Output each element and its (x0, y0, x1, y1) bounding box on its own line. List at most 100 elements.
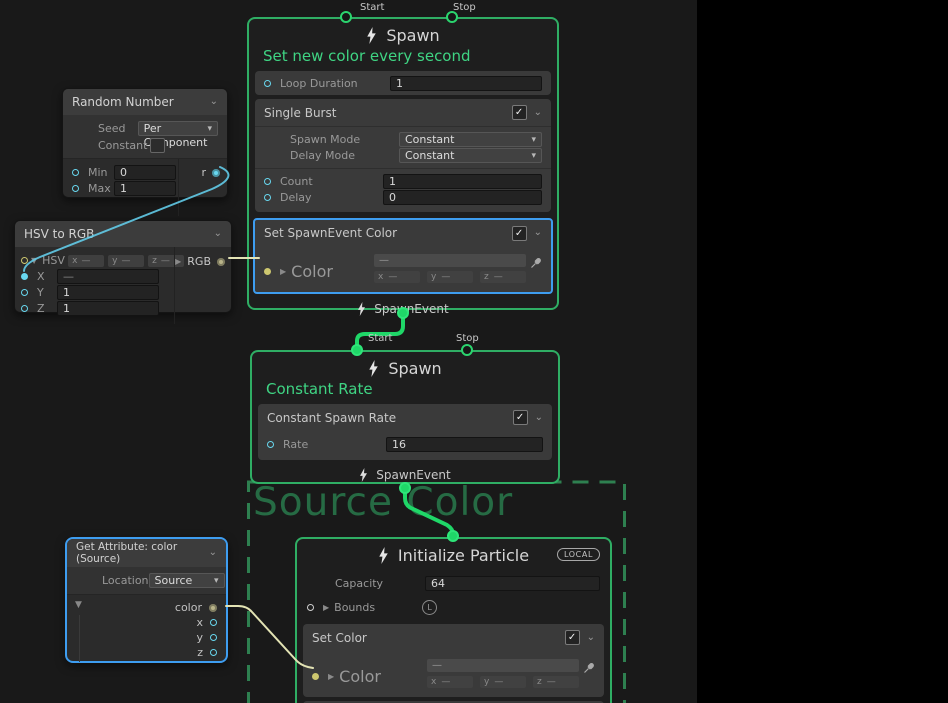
spawn-mode-dropdown[interactable]: Constant ▾ (399, 132, 542, 147)
spawn1-start-port[interactable] (340, 11, 352, 23)
x-output-port[interactable] (210, 619, 217, 626)
count-field[interactable]: 1 (383, 174, 542, 189)
color-port[interactable] (312, 673, 319, 680)
color-value-field[interactable]: — (427, 659, 579, 672)
color-label: Color (339, 667, 381, 686)
block-chevron-icon[interactable]: ⌄ (587, 633, 595, 643)
expand-triangle-icon[interactable]: ▶ (328, 672, 334, 681)
block-chevron-icon[interactable]: ⌄ (534, 108, 542, 118)
expand-triangle-icon[interactable]: ▼ (31, 256, 37, 265)
node-spawn-1[interactable]: Spawn Set new color every second Loop Du… (247, 17, 559, 310)
block-constant-spawn-rate[interactable]: Constant Spawn Rate ✓ ⌄ Rate 16 (258, 404, 552, 460)
max-label: Max (88, 182, 114, 195)
z-output-port[interactable] (210, 649, 217, 656)
node-title: HSV to RGB (24, 227, 94, 241)
node-initialize-particle[interactable]: Initialize Particle LOCAL Capacity 64 ▶ … (295, 537, 612, 703)
color-row: ▶ Color — x— y— z— (255, 246, 551, 292)
rate-port[interactable] (267, 441, 274, 448)
loop-duration-label: Loop Duration (280, 77, 390, 90)
group-title[interactable]: Source Color (253, 480, 513, 525)
collapse-chevron-icon[interactable]: ⌄ (214, 229, 222, 239)
node-get-attribute-color[interactable]: Get Attribute: color (Source) ⌄ Location… (65, 537, 228, 663)
block-chevron-icon[interactable]: ⌄ (535, 413, 543, 423)
color-port[interactable] (264, 268, 271, 275)
block-enabled-checkbox[interactable]: ✓ (565, 630, 580, 645)
vfx-graph-canvas[interactable]: Source Color Random Number ⌄ Seed Per Co… (0, 0, 948, 703)
count-port[interactable] (264, 178, 271, 185)
spawn2-stop-port[interactable] (461, 344, 473, 356)
z-port[interactable] (21, 305, 28, 312)
z-output-label: z (197, 646, 203, 659)
seed-dropdown[interactable]: Per Component ▾ (138, 121, 218, 136)
delay-mode-dropdown[interactable]: Constant ▾ (399, 148, 542, 163)
eyedropper-icon[interactable] (530, 254, 542, 273)
collapse-chevron-icon[interactable]: ⌄ (210, 97, 218, 107)
rgb-output-port[interactable] (217, 258, 225, 266)
block-title: Constant Spawn Rate (267, 411, 396, 425)
hsv-header[interactable]: HSV to RGB ⌄ (15, 221, 231, 247)
initialize-input-port[interactable] (447, 530, 459, 542)
max-row: Max 1 (72, 181, 218, 196)
expand-triangle-icon[interactable]: ▼ (75, 600, 82, 610)
bounds-mode-icon[interactable]: L (422, 600, 437, 615)
r-output-port[interactable] (212, 169, 220, 177)
node-spawn-2[interactable]: Spawn Constant Rate Constant Spawn Rate … (250, 350, 560, 484)
local-badge[interactable]: LOCAL (557, 548, 600, 561)
block-loop-duration[interactable]: Loop Duration 1 (255, 71, 551, 95)
max-field[interactable]: 1 (114, 181, 176, 196)
rate-field[interactable]: 16 (386, 437, 543, 452)
loop-duration-field[interactable]: 1 (390, 76, 542, 91)
spawn2-start-port[interactable] (351, 344, 363, 356)
block-set-color[interactable]: Set Color ✓ ⌄ ▶ Color — x— (303, 624, 604, 697)
expand-triangle-icon[interactable]: ▶ (323, 603, 329, 612)
node-hsv-to-rgb[interactable]: HSV to RGB ⌄ ▼ HSV x— y— z— X — Y 1 (14, 220, 232, 313)
block-single-burst[interactable]: Single Burst ✓ ⌄ Spawn Mode Constant ▾ D… (255, 99, 551, 212)
y-field[interactable]: 1 (57, 285, 159, 300)
block-enabled-checkbox[interactable]: ✓ (512, 105, 527, 120)
block-chevron-icon[interactable]: ⌄ (534, 228, 542, 238)
hsv-z-row: Z 1 (21, 301, 225, 316)
get-attribute-header[interactable]: Get Attribute: color (Source) ⌄ (67, 539, 226, 567)
spawn1-stop-port[interactable] (446, 11, 458, 23)
min-field[interactable]: 0 (114, 165, 176, 180)
y-output-port[interactable] (210, 634, 217, 641)
delay-port[interactable] (264, 194, 271, 201)
spawn2-output-port[interactable] (399, 482, 411, 494)
location-row: Location Source ▾ (76, 572, 217, 589)
expand-triangle-icon[interactable]: ▶ (280, 267, 286, 276)
y-port[interactable] (21, 289, 28, 296)
constant-checkbox[interactable] (150, 138, 165, 153)
spawn2-title-row: Spawn (252, 357, 558, 379)
delay-mode-row: Delay Mode Constant ▾ (264, 148, 542, 163)
dropdown-arrow-icon: ▾ (207, 122, 212, 135)
loop-duration-port[interactable] (264, 80, 271, 87)
x-field[interactable]: — (57, 269, 159, 284)
block-set-spawnevent-color[interactable]: Set SpawnEvent Color ✓ ⌄ ▶ Color — (253, 218, 553, 294)
block-enabled-checkbox[interactable]: ✓ (513, 410, 528, 425)
capacity-label: Capacity (335, 577, 425, 590)
count-row: Count 1 (264, 174, 542, 189)
random-number-header[interactable]: Random Number ⌄ (63, 89, 227, 115)
min-port[interactable] (72, 169, 79, 176)
color-output-port[interactable] (209, 604, 217, 612)
context-subtitle[interactable]: Constant Rate (252, 379, 558, 400)
x-port[interactable] (21, 273, 28, 280)
max-port[interactable] (72, 185, 79, 192)
collapse-chevron-icon[interactable]: ⌄ (209, 548, 217, 558)
color-output-row: color (67, 600, 217, 615)
block-enabled-checkbox[interactable]: ✓ (512, 226, 527, 241)
location-dropdown[interactable]: Source ▾ (149, 573, 225, 588)
color-value-field[interactable]: — (374, 254, 526, 267)
hsv-port[interactable] (21, 257, 28, 264)
eyedropper-icon[interactable] (583, 659, 595, 678)
capacity-field[interactable]: 64 (425, 576, 600, 591)
spawn1-output-port[interactable] (397, 307, 409, 319)
get-attribute-settings: Location Source ▾ (67, 567, 226, 595)
z-field[interactable]: 1 (57, 301, 159, 316)
context-subtitle[interactable]: Set new color every second (249, 46, 557, 67)
node-random-number[interactable]: Random Number ⌄ Seed Per Component ▾ Con… (62, 88, 228, 198)
collapse-triangle-icon[interactable]: ▶ (175, 257, 181, 266)
color-output-label: color (175, 601, 202, 614)
delay-field[interactable]: 0 (383, 190, 542, 205)
bounds-port[interactable] (307, 604, 314, 611)
